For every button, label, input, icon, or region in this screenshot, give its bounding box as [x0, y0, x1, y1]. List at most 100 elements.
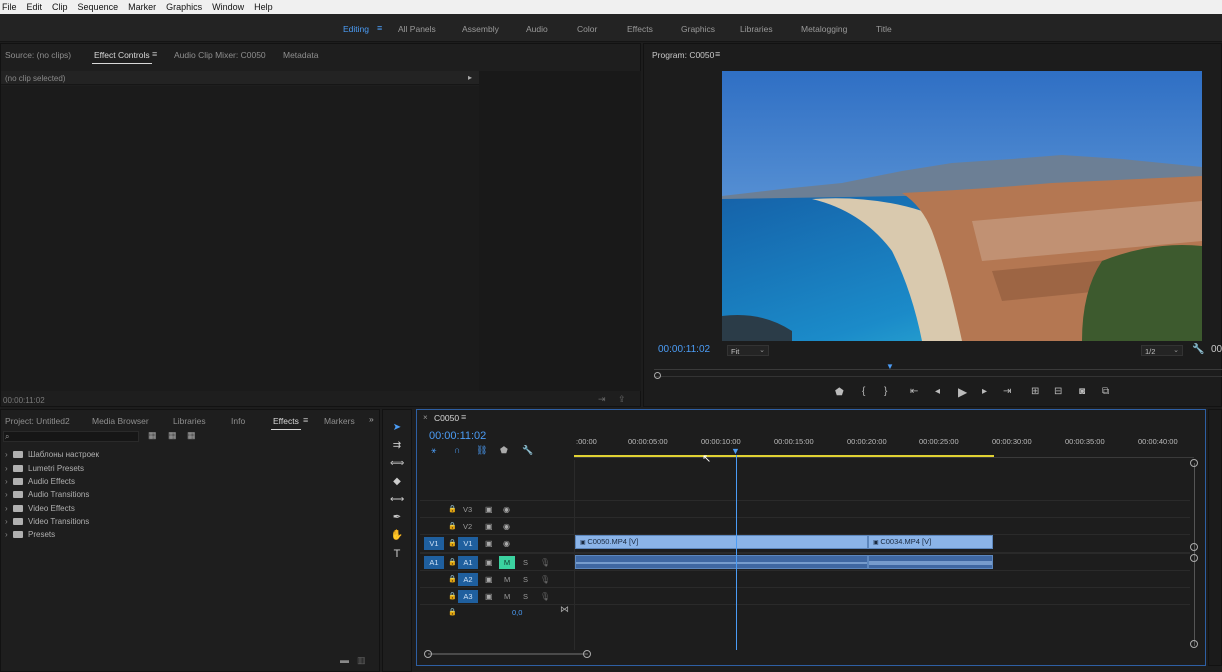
insert-icon[interactable]: ⊞ [1031, 386, 1039, 397]
workspace-color[interactable]: Color [577, 24, 597, 34]
workspace-libraries[interactable]: Libraries [740, 24, 773, 34]
video-clip[interactable]: ▣ C0050.MP4 [V] [575, 535, 868, 549]
slip-icon[interactable]: ⟷ [390, 494, 404, 505]
video-clip[interactable]: ▣ C0034.MP4 [V] [868, 535, 993, 549]
tab-audio-clip-mixer[interactable]: Audio Clip Mixer: C0050 [174, 50, 266, 60]
sequence-menu-icon[interactable]: ≡ [461, 412, 466, 422]
linked-selection-icon[interactable]: ⛓ [476, 446, 487, 455]
trash-icon[interactable]: ▥ [357, 656, 366, 665]
type-tool-icon[interactable]: T [390, 548, 404, 560]
go-to-out-icon[interactable]: ⇥ [1003, 386, 1011, 397]
tab-effects[interactable]: Effects [271, 416, 301, 430]
workspace-metalogging[interactable]: Metalogging [801, 24, 847, 34]
audio-clip[interactable] [575, 555, 868, 569]
more-panels-icon[interactable]: » [369, 414, 374, 424]
workspace-title[interactable]: Title [876, 24, 892, 34]
export-icon[interactable]: ⇪ [618, 395, 626, 404]
sync-lock-icon[interactable]: ▣ [485, 505, 493, 514]
sync-lock-icon[interactable]: ▣ [485, 575, 493, 584]
workspace-graphics[interactable]: Graphics [681, 24, 715, 34]
zoom-handle-icon[interactable] [583, 650, 591, 658]
solo-a3-button[interactable]: S [523, 592, 528, 601]
menu-graphics[interactable]: Graphics [161, 2, 207, 12]
add-marker-icon[interactable]: ⬟ [835, 387, 844, 398]
yuv-effects-icon[interactable]: ▦ [187, 431, 196, 440]
mark-in-icon[interactable]: { [862, 386, 865, 397]
go-to-end-icon[interactable]: ⋈ [560, 605, 569, 614]
tab-effect-controls[interactable]: Effect Controls [92, 50, 152, 64]
snap-icon[interactable]: ∩ [454, 446, 460, 455]
effects-folder[interactable]: › Lumetri Presets [5, 464, 84, 473]
resolution-dropdown[interactable]: 1/2 ⌄ [1141, 345, 1183, 356]
scroll-handle-icon[interactable] [1190, 640, 1198, 648]
mute-a2-button[interactable]: M [504, 575, 510, 584]
sequence-tab[interactable]: C0050 [434, 413, 459, 423]
tab-markers[interactable]: Markers [324, 416, 355, 426]
tab-project[interactable]: Project: Untitled2 [5, 416, 70, 426]
lock-icon[interactable]: 🔒 [448, 522, 457, 531]
tab-info[interactable]: Info [231, 416, 245, 426]
program-video-frame[interactable] [722, 71, 1202, 341]
sync-lock-icon[interactable]: ▣ [485, 558, 493, 567]
track-v2-label[interactable]: V2 [463, 522, 472, 531]
effects-folder[interactable]: › Audio Transitions [5, 490, 89, 499]
overwrite-icon[interactable]: ⊟ [1054, 386, 1062, 397]
audio-clip[interactable] [868, 555, 993, 569]
workspace-menu-icon[interactable]: ≡ [377, 23, 382, 33]
effects-folder[interactable]: › Шаблоны настроек [5, 450, 99, 459]
fit-dropdown[interactable]: Fit ⌄ [727, 345, 769, 356]
menu-marker[interactable]: Marker [123, 2, 161, 12]
zoom-scroll-track[interactable] [654, 376, 1222, 377]
effects-menu-icon[interactable]: ≡ [303, 415, 308, 425]
horizontal-zoom-bar[interactable] [428, 653, 588, 655]
sync-lock-icon[interactable]: ▣ [485, 539, 493, 548]
track-a2-label[interactable]: A2 [458, 573, 478, 586]
lock-icon[interactable]: 🔒 [448, 505, 457, 514]
program-playhead-icon[interactable]: ▼ [886, 362, 894, 371]
program-menu-icon[interactable]: ≡ [715, 49, 720, 59]
menu-sequence[interactable]: Sequence [73, 2, 124, 12]
track-a3-label[interactable]: A3 [458, 590, 478, 603]
new-folder-icon[interactable]: ▬ [340, 656, 349, 665]
workspace-effects[interactable]: Effects [627, 24, 653, 34]
sync-lock-icon[interactable]: ▣ [485, 592, 493, 601]
eye-icon[interactable]: ◉ [503, 522, 510, 531]
filter-icon[interactable]: ⇥ [598, 395, 606, 404]
export-frame-icon[interactable]: ◙ [1079, 386, 1085, 397]
close-sequence-icon[interactable]: × [423, 413, 428, 422]
microphone-icon[interactable]: 🎙 [540, 592, 550, 601]
play-icon[interactable]: ▶ [958, 385, 967, 399]
master-volume-value[interactable]: 0,0 [512, 608, 522, 617]
track-v1-label[interactable]: V1 [458, 537, 478, 550]
ripple-edit-icon[interactable]: ⟺ [390, 458, 404, 469]
workspace-all-panels[interactable]: All Panels [398, 24, 436, 34]
effect-controls-menu-icon[interactable]: ≡ [152, 49, 157, 59]
scroll-handle-icon[interactable] [1190, 543, 1198, 551]
32bit-effects-icon[interactable]: ▦ [168, 431, 177, 440]
source-patch-a1[interactable]: A1 [424, 556, 444, 569]
nest-icon[interactable]: ⚹ [431, 446, 436, 455]
zoom-handle-icon[interactable] [424, 650, 432, 658]
tab-source[interactable]: Source: (no clips) [5, 50, 71, 60]
eye-icon[interactable]: ◉ [503, 505, 510, 514]
solo-a1-button[interactable]: S [523, 558, 528, 567]
workspace-assembly[interactable]: Assembly [462, 24, 499, 34]
wrench-icon[interactable]: 🔧 [1192, 345, 1204, 355]
mark-out-icon[interactable]: } [884, 386, 887, 397]
tab-media-browser[interactable]: Media Browser [92, 416, 149, 426]
timeline-timecode[interactable]: 00:00:11:02 [429, 430, 486, 442]
expand-arrow-icon[interactable]: ▸ [468, 73, 472, 82]
lock-icon[interactable]: 🔒 [448, 558, 457, 567]
effects-folder[interactable]: › Video Effects [5, 504, 75, 513]
program-scrub-track[interactable] [654, 369, 1222, 370]
mute-a3-button[interactable]: M [504, 592, 510, 601]
hand-icon[interactable]: ✋ [390, 530, 404, 541]
program-title[interactable]: Program: C0050 [652, 50, 714, 60]
program-timecode[interactable]: 00:00:11:02 [658, 344, 710, 355]
go-to-in-icon[interactable]: ⇤ [910, 386, 918, 397]
razor-icon[interactable]: ◆ [390, 476, 404, 487]
tab-metadata[interactable]: Metadata [283, 50, 318, 60]
tab-libraries[interactable]: Libraries [173, 416, 206, 426]
track-select-icon[interactable]: ⇉ [390, 440, 404, 451]
workspace-audio[interactable]: Audio [526, 24, 548, 34]
